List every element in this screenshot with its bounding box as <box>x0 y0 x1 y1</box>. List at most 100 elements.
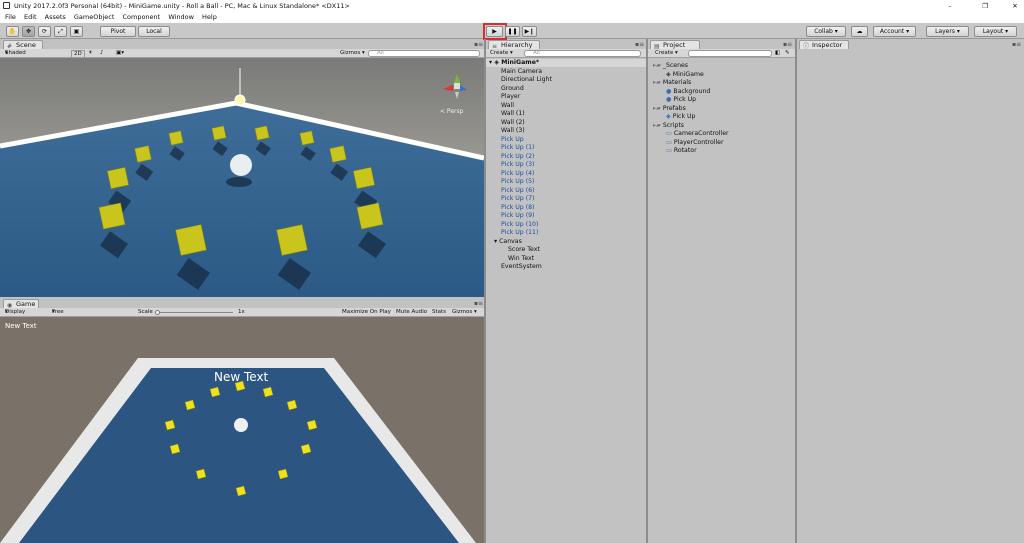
scale-slider-track[interactable] <box>155 312 233 313</box>
scene-viewport[interactable]: < Persp <box>0 58 484 297</box>
hierarchy-item-pickup[interactable]: Pick Up (7) <box>486 195 646 204</box>
hierarchy-item[interactable]: Wall <box>486 102 646 111</box>
maximize-button[interactable]: ❐ <box>980 0 990 12</box>
layout-dropdown[interactable]: Layout ▾ <box>974 26 1017 37</box>
project-item-folder[interactable]: ▸▰ Scripts <box>653 122 684 131</box>
hierarchy-create-dropdown[interactable]: Create ▾ <box>490 49 513 58</box>
project-item-folder[interactable]: ▸▰ Prefabs <box>653 105 686 114</box>
hierarchy-item-pickup[interactable]: Pick Up (1) <box>486 144 646 153</box>
filter-type-icon[interactable]: ◧ <box>775 49 780 58</box>
hierarchy-item[interactable]: Ground <box>486 85 646 94</box>
hierarchy-item-pickup[interactable]: Pick Up <box>486 136 646 145</box>
menu-window[interactable]: Window <box>168 13 194 21</box>
collab-button[interactable]: Collab ▾ <box>806 26 846 37</box>
hierarchy-item-pickup[interactable]: Pick Up (11) <box>486 229 646 238</box>
stats-toggle[interactable]: Stats <box>432 308 446 317</box>
project-item-material[interactable]: ● Background <box>666 88 710 97</box>
account-label: Account <box>879 28 905 35</box>
hand-icon: ✋ <box>8 28 17 35</box>
game-gizmos-dropdown[interactable]: Gizmos ▾ <box>452 308 477 317</box>
hierarchy-item[interactable]: Wall (2) <box>486 119 646 128</box>
hierarchy-item[interactable]: Directional Light <box>486 76 646 85</box>
hierarchy-item-label: Ground <box>501 84 524 92</box>
menu-component[interactable]: Component <box>122 13 160 21</box>
local-button[interactable]: Local <box>138 26 170 37</box>
hierarchy-search-input[interactable]: All <box>524 50 641 57</box>
game-viewport[interactable]: New Text New Text <box>0 317 484 543</box>
hierarchy-item[interactable]: Wall (3) <box>486 127 646 136</box>
account-dropdown[interactable]: Account ▾ <box>873 26 916 37</box>
pickup-cube <box>352 166 376 190</box>
minimize-button[interactable]: – <box>945 0 955 12</box>
hierarchy-item-pickup[interactable]: Pick Up (6) <box>486 187 646 196</box>
pause-button[interactable]: ❚❚ <box>505 26 520 37</box>
hierarchy-item-pickup[interactable]: Pick Up (3) <box>486 161 646 170</box>
hierarchy-item-eventsystem[interactable]: EventSystem <box>486 263 646 272</box>
effects-dropdown-icon[interactable]: ▣▾ <box>116 49 124 58</box>
project-item-prefab[interactable]: ◆ Pick Up <box>666 113 695 122</box>
hierarchy-item-canvas-child[interactable]: Win Text <box>486 255 646 264</box>
menu-gameobject[interactable]: GameObject <box>74 13 115 21</box>
hierarchy-item[interactable]: Main Camera <box>486 68 646 77</box>
hierarchy-item-canvas[interactable]: ▾ Canvas <box>486 238 646 247</box>
hierarchy-item-pickup[interactable]: Pick Up (2) <box>486 153 646 162</box>
menu-edit[interactable]: Edit <box>24 13 37 21</box>
scale-tool-button[interactable]: ⤢ <box>54 26 67 37</box>
project-item-script[interactable]: ▭ PlayerController <box>666 139 724 148</box>
layers-dropdown[interactable]: Layers ▾ <box>926 26 969 37</box>
lighting-toggle-icon[interactable]: ☀ <box>88 49 93 58</box>
hierarchy-item-label: Wall (2) <box>501 118 525 126</box>
aspect-dropdown[interactable]: Free Aspect ▾ <box>52 308 71 324</box>
project-item-scene[interactable]: ◈ MiniGame <box>666 71 704 80</box>
project-search-input[interactable] <box>688 50 772 57</box>
hierarchy-item-label: EventSystem <box>501 263 542 270</box>
hand-tool-button[interactable]: ✋ <box>6 26 19 37</box>
rotate-tool-button[interactable]: ⟳ <box>38 26 51 37</box>
scale-slider-thumb[interactable] <box>155 310 160 315</box>
play-button[interactable]: ▶ <box>486 26 503 37</box>
hierarchy-item-canvas-child[interactable]: Score Text <box>486 246 646 255</box>
project-item-label: MiniGame <box>672 70 704 78</box>
step-button[interactable]: ▶❙ <box>522 26 537 37</box>
hierarchy-item-label: Score Text <box>508 246 540 253</box>
display-dropdown[interactable]: Display 1 ▾ <box>5 308 25 324</box>
shading-dropdown[interactable]: Shaded ▾ <box>5 49 26 58</box>
pivot-button[interactable]: Pivot <box>100 26 136 37</box>
project-panel-menu-icon[interactable]: ▪≡ <box>783 41 792 48</box>
scene-search-input[interactable]: All <box>368 50 480 57</box>
hierarchy-panel-menu-icon[interactable]: ▪≡ <box>635 41 644 48</box>
menu-help[interactable]: Help <box>202 13 217 21</box>
scene-root-row[interactable]: ▾ ◈ MiniGame* <box>486 59 646 67</box>
inspector-panel-menu-icon[interactable]: ▪≡ <box>1012 41 1021 48</box>
project-item-script[interactable]: ▭ Rotator <box>666 147 697 156</box>
project-create-dropdown[interactable]: Create ▾ <box>655 49 678 58</box>
scene-gizmos-dropdown[interactable]: Gizmos ▾ <box>340 49 365 58</box>
cloud-button[interactable]: ☁ <box>851 26 868 37</box>
project-item-material[interactable]: ● Pick Up <box>666 96 696 105</box>
rect-tool-button[interactable]: ▣ <box>70 26 83 37</box>
menu-file[interactable]: File <box>5 13 16 21</box>
persp-label[interactable]: < Persp <box>440 108 463 115</box>
hierarchy-item-pickup[interactable]: Pick Up (5) <box>486 178 646 187</box>
audio-toggle-icon[interactable]: ♪ <box>100 49 104 58</box>
hierarchy-item[interactable]: Wall (1) <box>486 110 646 119</box>
pickup-cube <box>299 130 315 146</box>
maximize-on-play-toggle[interactable]: Maximize On Play <box>342 308 391 317</box>
game-panel-menu-icon[interactable]: ▪≡ <box>474 300 483 307</box>
menu-assets[interactable]: Assets <box>45 13 66 21</box>
hierarchy-item-pickup[interactable]: Pick Up (9) <box>486 212 646 221</box>
filter-label-icon[interactable]: ✎ <box>785 49 790 58</box>
hierarchy-item-pickup[interactable]: Pick Up (4) <box>486 170 646 179</box>
scene-panel-menu-icon[interactable]: ▪≡ <box>474 41 483 48</box>
project-item-folder[interactable]: ▸▰ _Scenes <box>653 62 688 71</box>
hierarchy-item-pickup[interactable]: Pick Up (10) <box>486 221 646 230</box>
project-item-folder[interactable]: ▸▰ Materials <box>653 79 691 88</box>
move-tool-button[interactable]: ✥ <box>22 26 35 37</box>
game-pickup-cube <box>164 419 176 431</box>
hierarchy-item-pickup[interactable]: Pick Up (8) <box>486 204 646 213</box>
mute-audio-toggle[interactable]: Mute Audio <box>396 308 427 317</box>
hierarchy-item[interactable]: Player <box>486 93 646 102</box>
close-button[interactable]: ✕ <box>1010 0 1020 12</box>
project-item-script[interactable]: ▭ CameraController <box>666 130 729 139</box>
corner-text: New Text <box>5 322 37 330</box>
